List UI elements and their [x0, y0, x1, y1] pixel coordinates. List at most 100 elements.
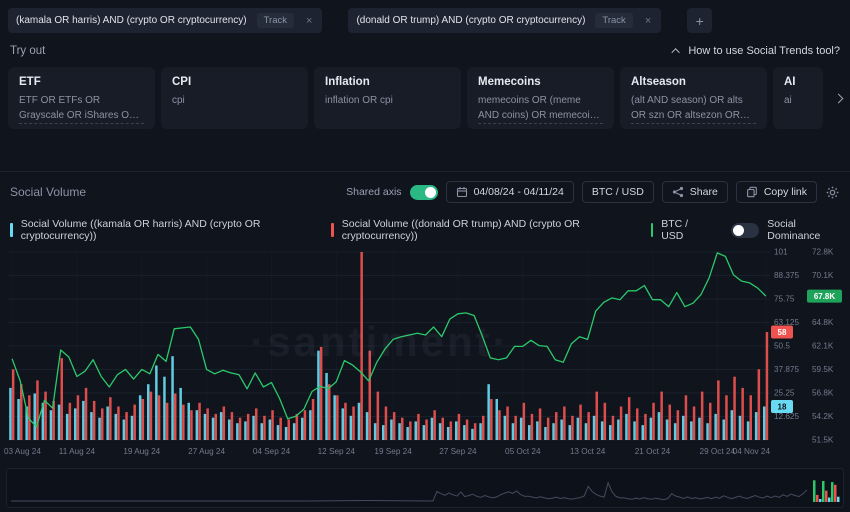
- series-color-chip: [331, 223, 334, 237]
- chart-legend: Social Volume ((kamala OR harris) AND (c…: [0, 210, 850, 242]
- svg-text:11 Aug 24: 11 Aug 24: [59, 447, 96, 456]
- tryout-row: Try out How to use Social Trends tool?: [0, 33, 850, 67]
- series-color-chip: [10, 223, 13, 237]
- suggestion-card-altseason[interactable]: Altseason (alt AND season) OR alts OR sz…: [620, 67, 767, 129]
- svg-text:19 Aug 24: 19 Aug 24: [123, 447, 160, 456]
- legend-kamala-series[interactable]: Social Volume ((kamala OR harris) AND (c…: [10, 218, 307, 242]
- card-query: ai: [784, 93, 812, 108]
- track-button[interactable]: Track: [257, 13, 294, 28]
- svg-text:70.1K: 70.1K: [812, 271, 834, 280]
- navigator-recent-bars: [813, 480, 840, 502]
- scroll-right-button[interactable]: [829, 89, 847, 107]
- social-dominance-control: Social Dominance: [731, 218, 840, 242]
- svg-text:62.1K: 62.1K: [812, 342, 834, 351]
- axis-value-badge: 18: [771, 400, 793, 413]
- legend-label: BTC / USD: [661, 218, 707, 242]
- chart-toolbar: Social Volume Shared axis 04/08/24 - 04/…: [0, 172, 850, 210]
- card-query: inflation OR cpi: [325, 93, 450, 108]
- help-link-label: How to use Social Trends tool?: [688, 45, 840, 57]
- query-text: (donald OR trump) AND (crypto OR cryptoc…: [356, 15, 585, 26]
- svg-text:75.75: 75.75: [774, 295, 795, 304]
- suggestion-card-cpi[interactable]: CPI cpi: [161, 67, 308, 129]
- svg-text:21 Oct 24: 21 Oct 24: [635, 447, 671, 456]
- svg-text:37.875: 37.875: [774, 365, 799, 374]
- card-title: Inflation: [325, 76, 450, 88]
- navigator-volume-line: [11, 483, 807, 501]
- svg-text:27 Sep 24: 27 Sep 24: [439, 447, 477, 456]
- social-volume-chart[interactable]: 10188.37575.7563.12550.537.87525.2512.62…: [0, 244, 850, 462]
- x-axis-labels: 03 Aug 2411 Aug 2419 Aug 2427 Aug 2404 S…: [4, 447, 770, 456]
- chart-title: Social Volume: [10, 185, 86, 199]
- card-title: CPI: [172, 76, 297, 88]
- close-icon[interactable]: ×: [304, 15, 314, 27]
- social-trends-app: (kamala OR harris) AND (crypto OR crypto…: [0, 0, 850, 512]
- svg-text:19 Sep 24: 19 Sep 24: [374, 447, 412, 456]
- svg-text:04 Nov 24: 04 Nov 24: [733, 447, 771, 456]
- copy-link-label: Copy link: [764, 186, 807, 198]
- add-query-button[interactable]: +: [687, 8, 712, 33]
- svg-text:27 Aug 24: 27 Aug 24: [188, 447, 225, 456]
- card-title: AI: [784, 76, 812, 88]
- query-chip-trump[interactable]: (donald OR trump) AND (crypto OR cryptoc…: [348, 8, 661, 33]
- svg-text:54.2K: 54.2K: [812, 412, 834, 421]
- share-label: Share: [690, 186, 718, 198]
- legend-trump-series[interactable]: Social Volume ((donald OR trump) AND (cr…: [331, 218, 627, 242]
- svg-text:64.8K: 64.8K: [812, 318, 834, 327]
- toggle-knob: [425, 187, 436, 198]
- date-range-picker[interactable]: 04/08/24 - 04/11/24: [446, 181, 574, 203]
- svg-text:12 Sep 24: 12 Sep 24: [318, 447, 356, 456]
- legend-label: Social Volume ((kamala OR harris) AND (c…: [21, 218, 307, 242]
- navigator-sparkline[interactable]: [7, 469, 843, 507]
- chart-controls: Shared axis 04/08/24 - 04/11/24 BTC / US…: [346, 181, 840, 203]
- suggestion-card-inflation[interactable]: Inflation inflation OR cpi: [314, 67, 461, 129]
- card-title: ETF: [19, 76, 144, 88]
- legend-btc-series[interactable]: BTC / USD: [651, 218, 708, 242]
- query-text: (kamala OR harris) AND (crypto OR crypto…: [16, 15, 247, 26]
- chart-navigator[interactable]: [6, 468, 844, 508]
- chart-area: ·santiment· 10188.37575.7563.12550.537.8…: [0, 244, 850, 464]
- series-color-chip: [651, 223, 654, 237]
- suggestion-card-memecoins[interactable]: Memecoins memecoins OR (meme AND coins) …: [467, 67, 614, 129]
- topbar: (kamala OR harris) AND (crypto OR crypto…: [0, 0, 850, 33]
- svg-text:56.8K: 56.8K: [812, 389, 834, 398]
- chevron-right-icon: [833, 93, 843, 103]
- gridlines: [8, 252, 770, 440]
- settings-gear-icon[interactable]: [825, 185, 840, 200]
- asset-pair-selector[interactable]: BTC / USD: [582, 181, 654, 203]
- card-query: memecoins OR (meme AND coins) OR memecoi…: [478, 93, 603, 124]
- svg-text:25.25: 25.25: [774, 389, 795, 398]
- track-button[interactable]: Track: [595, 13, 632, 28]
- suggestion-cards: ETF ETF OR ETFs OR Grayscale OR iShares …: [0, 67, 850, 129]
- svg-text:59.5K: 59.5K: [812, 365, 834, 374]
- card-query: cpi: [172, 93, 297, 108]
- svg-text:18: 18: [778, 403, 787, 412]
- svg-text:03 Aug 24: 03 Aug 24: [4, 447, 41, 456]
- asset-pair-label: BTC / USD: [592, 186, 644, 198]
- card-title: Memecoins: [478, 76, 603, 88]
- close-icon[interactable]: ×: [643, 15, 653, 27]
- social-dominance-toggle[interactable]: [731, 223, 759, 238]
- date-range-label: 04/08/24 - 04/11/24: [474, 186, 564, 198]
- svg-text:51.5K: 51.5K: [812, 436, 834, 445]
- svg-text:29 Oct 24: 29 Oct 24: [700, 447, 736, 456]
- share-button[interactable]: Share: [662, 181, 728, 203]
- card-query: (alt AND season) OR alts OR szn OR altse…: [631, 93, 756, 124]
- svg-text:72.8K: 72.8K: [812, 248, 834, 257]
- axis-value-badge: 58: [771, 326, 793, 339]
- shared-axis-label: Shared axis: [346, 186, 401, 198]
- suggestion-card-etf[interactable]: ETF ETF OR ETFs OR Grayscale OR iShares …: [8, 67, 155, 129]
- card-title: Altseason: [631, 76, 756, 88]
- shared-axis-toggle[interactable]: [410, 185, 438, 200]
- suggestion-card-ai[interactable]: AI ai: [773, 67, 823, 129]
- card-query: ETF OR ETFs OR Grayscale OR iShares OR b…: [19, 93, 144, 124]
- svg-text:05 Oct 24: 05 Oct 24: [505, 447, 541, 456]
- query-chip-kamala[interactable]: (kamala OR harris) AND (crypto OR crypto…: [8, 8, 322, 33]
- tryout-label: Try out: [10, 45, 45, 57]
- copy-icon: [746, 186, 758, 198]
- svg-text:88.375: 88.375: [774, 271, 799, 280]
- svg-text:101: 101: [774, 248, 788, 257]
- copy-link-button[interactable]: Copy link: [736, 181, 817, 203]
- help-link[interactable]: How to use Social Trends tool?: [674, 45, 840, 57]
- svg-text:13 Oct 24: 13 Oct 24: [570, 447, 606, 456]
- social-dominance-label: Social Dominance: [767, 218, 840, 242]
